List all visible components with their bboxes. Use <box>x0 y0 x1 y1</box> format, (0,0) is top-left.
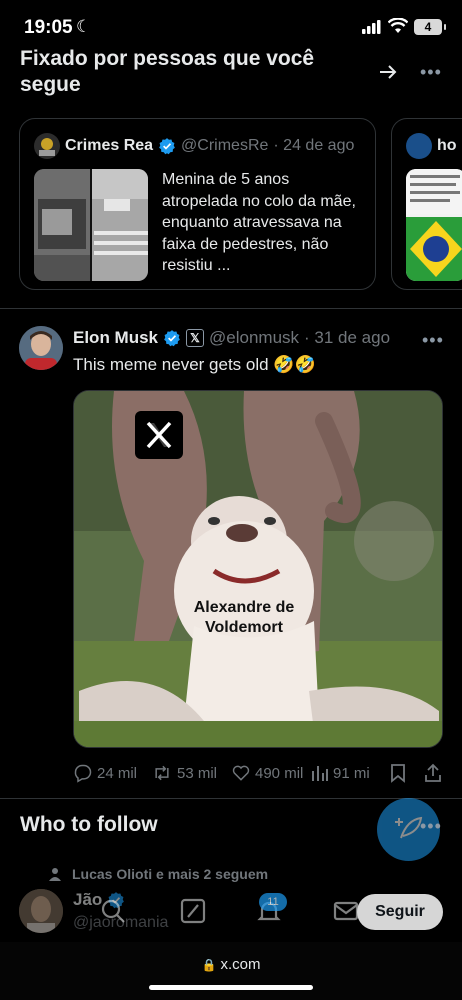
who-to-follow-title: Who to follow <box>20 813 158 836</box>
author-name[interactable]: Crimes Rea <box>65 137 153 155</box>
repost-icon <box>155 765 169 781</box>
avatar[interactable] <box>19 326 63 370</box>
tweet-media[interactable]: Alexandre de Voldemort <box>73 390 443 748</box>
author-name[interactable]: Elon Musk <box>73 328 158 348</box>
person-icon <box>49 868 61 881</box>
post-thumbnail[interactable] <box>406 169 462 281</box>
pinned-section-title: Fixado por pessoas que você segue <box>20 47 315 96</box>
mail-icon[interactable] <box>333 898 359 924</box>
section-divider <box>0 308 462 309</box>
moon-icon: ☾ <box>76 17 92 36</box>
notification-count-badge: 11 <box>259 893 287 911</box>
heart-icon <box>232 765 250 781</box>
repost-count: 53 mil <box>177 764 218 782</box>
reply-button[interactable]: 24 mil <box>73 763 137 783</box>
post-date: · 31 de ago <box>304 328 391 347</box>
grok-icon[interactable] <box>180 898 206 924</box>
verified-badge-icon <box>159 138 175 155</box>
arrow-right-icon[interactable] <box>378 63 398 81</box>
address-bar[interactable]: 🔒 x.com <box>0 956 462 973</box>
follow-button[interactable]: Seguir <box>357 894 443 930</box>
author-handle: @elonmusk <box>209 328 300 347</box>
meme-caption: Alexandre de Voldemort <box>193 599 295 636</box>
social-context-text: Lucas Olioti e mais 2 seguem <box>72 866 269 882</box>
post-text: Menina de 5 anos atropelada no colo da m… <box>162 171 356 274</box>
avatar[interactable] <box>406 133 432 159</box>
repost-button[interactable]: 53 mil <box>151 763 217 783</box>
social-context: Lucas Olioti e mais 2 seguem <box>48 866 268 882</box>
share-button[interactable] <box>423 763 443 783</box>
tweet-actions: 24 mil 53 mil 490 mil 91 mi <box>73 763 445 787</box>
author-handle: @CrimesRe <box>181 137 269 154</box>
signal-icon <box>362 20 381 34</box>
share-icon <box>425 763 441 782</box>
tweet-text: This meme never gets old 🤣🤣 <box>73 355 316 374</box>
search-icon[interactable] <box>100 898 126 924</box>
post-date: · 24 de ago <box>273 137 355 154</box>
more-options-icon[interactable]: ••• <box>420 62 442 83</box>
avatar[interactable] <box>34 133 60 159</box>
post-thumbnail[interactable] <box>34 169 148 281</box>
wifi-icon <box>388 18 408 33</box>
more-options-icon[interactable]: ••• <box>420 816 442 837</box>
clock: 19:05 <box>24 17 73 38</box>
reply-icon <box>74 764 92 783</box>
views-icon <box>312 766 328 781</box>
pinned-post-card[interactable]: Crimes Rea @CrimesRe · 24 de ago Menina … <box>19 118 376 290</box>
pinned-post-card-2[interactable]: ho <box>391 118 462 290</box>
bookmark-button[interactable] <box>389 763 407 783</box>
affiliate-badge-icon: 𝕏 <box>186 329 205 347</box>
home-indicator[interactable] <box>149 985 313 990</box>
url-text: x.com <box>220 956 261 973</box>
lock-icon: 🔒 <box>201 958 217 972</box>
x-logo-icon <box>135 411 183 459</box>
browser-bar: 🔒 x.com <box>0 942 462 1000</box>
more-options-icon[interactable]: ••• <box>422 330 444 351</box>
like-button[interactable]: 490 mil <box>231 763 303 783</box>
like-count: 490 mil <box>255 764 304 782</box>
battery-icon: 4 <box>414 19 446 35</box>
reply-count: 24 mil <box>97 764 138 782</box>
author-name[interactable]: ho <box>437 137 457 155</box>
verified-badge-icon <box>164 330 180 347</box>
views-button[interactable]: 91 mi <box>311 763 370 783</box>
bookmark-icon <box>391 764 405 783</box>
view-count: 91 mi <box>333 764 370 782</box>
meme-image <box>74 391 442 747</box>
